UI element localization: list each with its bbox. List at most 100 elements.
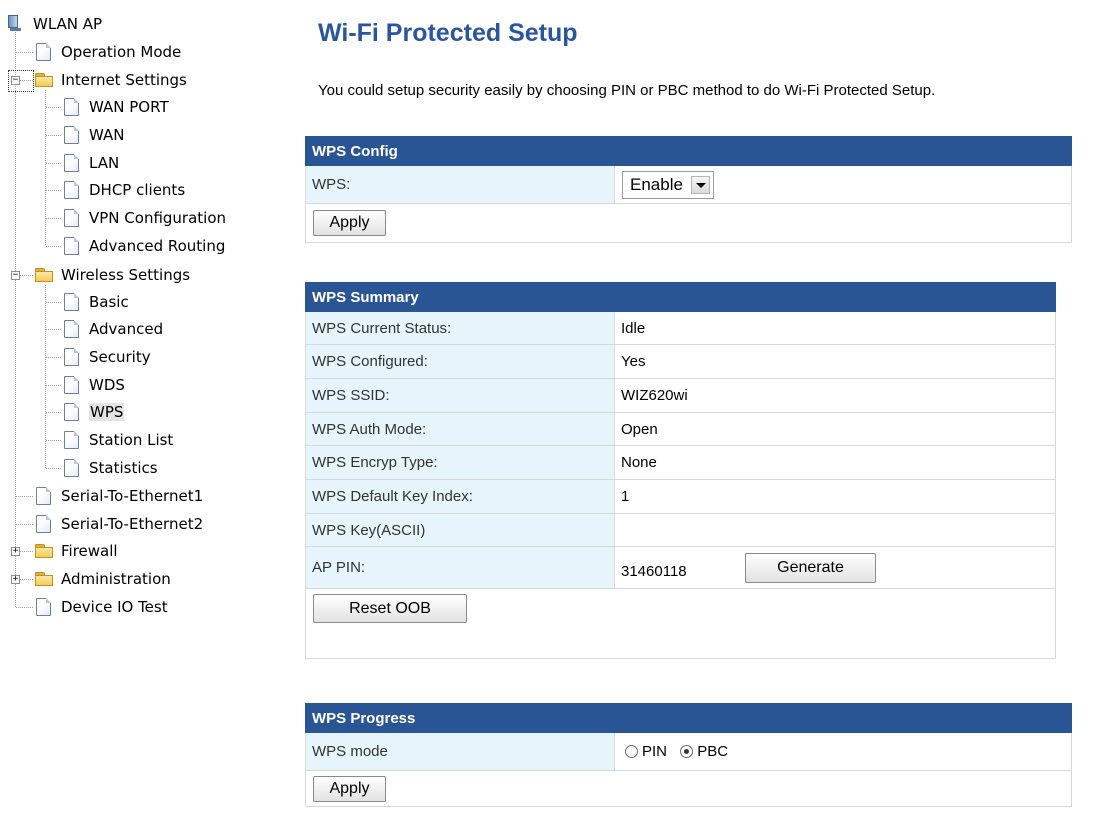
summary-value: None [613, 445, 1057, 480]
tree-item-wireless-settings[interactable]: Wireless Settings [35, 264, 190, 286]
summary-value: Yes [613, 344, 1057, 379]
summary-label: WPS Auth Mode: [305, 412, 615, 446]
chevron-down-icon[interactable] [690, 175, 710, 194]
tree-item-label: Firewall [61, 542, 118, 560]
wps-mode-options: PIN PBC [614, 732, 1072, 771]
tree-item-administration[interactable]: Administration [35, 568, 171, 590]
tree-item-wds[interactable]: WDS [63, 374, 125, 396]
expander-firewall[interactable]: + [11, 547, 20, 556]
tree-item-vpn-configuration[interactable]: VPN Configuration [63, 207, 226, 229]
page-icon [63, 153, 81, 173]
tree-item-serial-to-ethernet2[interactable]: Serial-To-Ethernet2 [35, 513, 203, 535]
tree-item-wps[interactable]: WPS [63, 401, 125, 423]
tree-item-label: Advanced [89, 320, 164, 338]
wps-progress-table: WPS Progress WPS mode PIN PBC Apply [305, 703, 1072, 807]
tree-item-statistics[interactable]: Statistics [63, 457, 158, 479]
tree-item-label: WAN PORT [89, 98, 169, 116]
summary-value [613, 513, 1057, 547]
tree-item-basic[interactable]: Basic [63, 291, 129, 313]
wps-progress-header: WPS Progress [305, 703, 1072, 733]
wps-config-actions: Apply [304, 203, 1073, 243]
tree-guide-lines [15, 30, 62, 608]
tree-item-label: Serial-To-Ethernet1 [61, 487, 204, 505]
tree-item-dhcp-clients[interactable]: DHCP clients [63, 179, 185, 201]
page-icon [63, 208, 81, 228]
tree-item-label: DHCP clients [89, 181, 186, 199]
page-icon [63, 97, 81, 117]
wps-label: WPS: [305, 165, 615, 204]
page-icon [35, 42, 53, 62]
page-icon [63, 347, 81, 367]
summary-value: 1 [613, 479, 1057, 514]
expander-internet-settings[interactable]: − [11, 76, 20, 85]
ap-pin-value: 31460118 [621, 562, 687, 580]
summary-label: AP PIN: [305, 546, 615, 589]
tree-item-serial-to-ethernet1[interactable]: Serial-To-Ethernet1 [35, 485, 203, 507]
wps-config-header: WPS Config [304, 136, 1073, 166]
page-icon [63, 458, 81, 478]
tree-item-advanced[interactable]: Advanced [63, 318, 163, 340]
page-icon [35, 514, 53, 534]
tree-item-label: LAN [89, 154, 120, 172]
tree-item-advanced-routing[interactable]: Advanced Routing [63, 235, 225, 257]
pbc-radio[interactable] [680, 745, 694, 758]
tree-root-label: WLAN AP [33, 15, 103, 33]
page-icon [63, 430, 81, 450]
tree-item-label: Serial-To-Ethernet2 [61, 515, 204, 533]
navigation-tree: − − + + WLAN AP Operation Mode Internet … [0, 0, 300, 814]
wps-summary-actions: Reset OOB [304, 588, 1057, 659]
tree-item-security[interactable]: Security [63, 346, 151, 368]
summary-value: Open [613, 412, 1057, 446]
tree-item-label: Security [89, 348, 151, 366]
wps-enable-select[interactable]: Enable [622, 170, 714, 199]
tree-item-wan-port[interactable]: WAN PORT [63, 96, 169, 118]
tree-item-label: Operation Mode [61, 43, 182, 61]
wps-summary-table: WPS Summary WPS Current Status: Idle WPS … [304, 282, 1057, 659]
summary-label: WPS Key(ASCII) [305, 513, 615, 547]
wps-select-value: Enable [630, 174, 683, 194]
page-icon [63, 125, 81, 145]
progress-apply-button[interactable]: Apply [313, 775, 386, 802]
reset-oob-button[interactable]: Reset OOB [313, 594, 467, 623]
expander-wireless-settings[interactable]: − [11, 271, 20, 280]
page-intro: You could setup security easily by choos… [318, 82, 936, 99]
tree-item-firewall[interactable]: Firewall [35, 540, 118, 562]
tree-root-wlan-ap[interactable]: WLAN AP [7, 13, 102, 35]
page-icon [35, 486, 53, 506]
tree-item-label: VPN Configuration [89, 209, 227, 227]
tree-item-wan[interactable]: WAN [63, 124, 125, 146]
wps-select-cell: Enable [613, 165, 1073, 204]
tree-item-internet-settings[interactable]: Internet Settings [35, 69, 187, 91]
tree-item-lan[interactable]: LAN [63, 152, 119, 174]
tree-item-label: Wireless Settings [61, 266, 191, 284]
tree-item-label: Administration [61, 570, 171, 588]
pin-radio[interactable] [625, 745, 638, 758]
tree-item-station-list[interactable]: Station List [63, 429, 173, 451]
folder-icon [35, 569, 53, 589]
tree-item-label: WDS [89, 376, 125, 394]
tree-item-label: Station List [89, 431, 174, 449]
wps-config-table: WPS Config WPS: Enable Apply [304, 136, 1073, 243]
page-icon [63, 180, 81, 200]
folder-icon [35, 265, 53, 285]
tree-item-device-io-test[interactable]: Device IO Test [35, 596, 168, 618]
summary-label: WPS Default Key Index: [305, 479, 615, 514]
tree-item-label: Basic [89, 293, 129, 311]
summary-value: Idle [613, 311, 1057, 345]
page-icon [63, 236, 81, 256]
page-icon [63, 375, 81, 395]
generate-button[interactable]: Generate [745, 552, 876, 583]
ap-pin-cell: 31460118 Generate [613, 546, 1057, 589]
pbc-option-label: PBC [697, 743, 729, 760]
apply-button[interactable]: Apply [313, 210, 386, 236]
folder-icon [35, 541, 53, 561]
wps-summary-header: WPS Summary [304, 282, 1057, 312]
page-icon [35, 597, 53, 617]
tree-item-operation-mode[interactable]: Operation Mode [35, 41, 181, 63]
tree-item-label: Internet Settings [61, 71, 187, 89]
expander-administration[interactable]: + [11, 575, 20, 584]
summary-label: WPS Configured: [305, 344, 615, 379]
summary-label: WPS Encryp Type: [305, 445, 615, 480]
computer-icon [7, 14, 25, 34]
wps-progress-actions: Apply [305, 770, 1072, 807]
